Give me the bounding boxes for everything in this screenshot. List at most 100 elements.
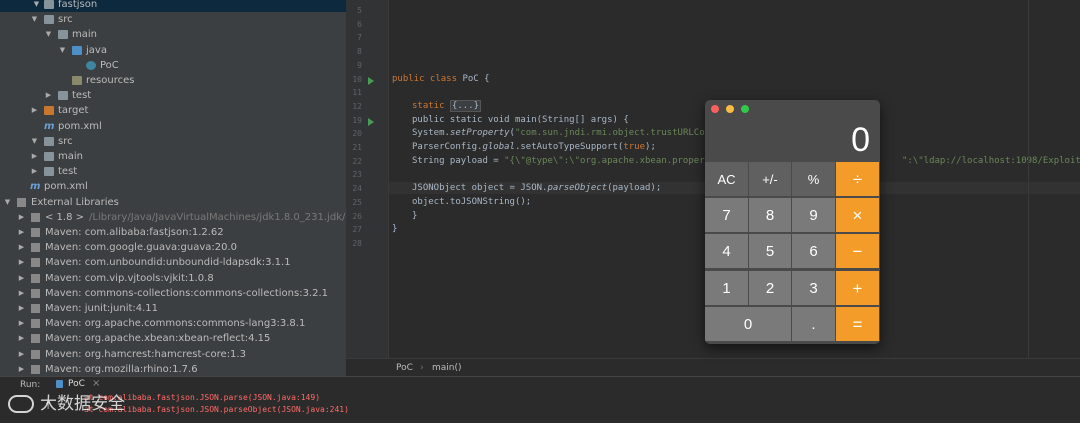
expand-arrow-icon[interactable]: ▶: [30, 103, 39, 118]
calc-key[interactable]: +/-: [749, 162, 792, 197]
calc-key[interactable]: .: [792, 306, 836, 342]
expand-arrow-icon[interactable]: ▶: [17, 225, 26, 240]
tree-item[interactable]: ▼ fastjson: [0, 0, 346, 12]
expand-arrow-icon[interactable]: ▼: [30, 134, 39, 149]
calc-key[interactable]: +: [836, 270, 880, 306]
expand-arrow-icon[interactable]: ▶: [44, 88, 53, 103]
expand-arrow-icon[interactable]: ▶: [17, 286, 26, 301]
library-icon: [31, 319, 40, 329]
code-token: (payload);: [607, 183, 662, 194]
calc-key[interactable]: AC: [705, 162, 749, 197]
calc-key[interactable]: 0: [705, 306, 792, 342]
code-line: object.toJSONString();: [412, 196, 532, 207]
tree-item[interactable]: ▶ main: [0, 149, 346, 164]
tree-item-label: src: [58, 135, 73, 147]
calc-key[interactable]: 3: [792, 270, 836, 306]
tree-item[interactable]: m pom.xml: [0, 119, 346, 134]
tree-item[interactable]: ▼ src: [0, 12, 346, 27]
expand-arrow-icon[interactable]: ▼: [3, 195, 12, 210]
tree-item[interactable]: ▶ Maven: com.google.guava:guava:20.0: [0, 240, 346, 255]
code-line: JSONObject object = JSON.parseObject(pay…: [412, 183, 661, 193]
tree-item-label: PoC: [100, 59, 119, 71]
expand-arrow-icon[interactable]: ▶: [17, 316, 26, 331]
calc-key[interactable]: 8: [749, 198, 792, 234]
tree-item-path: /Library/Java/JavaVirtualMachines/jdk1.8…: [89, 211, 346, 223]
close-tab-icon[interactable]: ×: [92, 378, 100, 389]
tree-item[interactable]: ▶ Maven: com.alibaba:fastjson:1.2.62: [0, 225, 346, 240]
tree-item-label: test: [58, 166, 78, 178]
expand-arrow-icon[interactable]: ▶: [17, 255, 26, 270]
calc-key[interactable]: ×: [836, 198, 880, 234]
tree-item[interactable]: ▼ java: [0, 43, 346, 58]
expand-arrow-icon[interactable]: ▶: [17, 210, 26, 225]
run-tab-poc[interactable]: PoC: [68, 379, 85, 389]
zoom-window-icon[interactable]: [741, 105, 749, 113]
tree-item-label: fastjson: [58, 0, 98, 10]
tree-item[interactable]: ▶ Maven: org.apache.xbean:xbean-reflect:4…: [0, 331, 346, 346]
tree-item[interactable]: ▶ Maven: org.hamcrest:hamcrest-core:1.3: [0, 347, 346, 362]
calc-key[interactable]: 9: [792, 198, 836, 234]
expand-arrow-icon[interactable]: ▶: [30, 164, 39, 179]
maven-icon: m: [44, 120, 55, 132]
tree-item-label: Maven: org.apache.commons:commons-lang3:…: [45, 318, 306, 330]
expand-arrow-icon[interactable]: ▼: [30, 12, 39, 27]
breadcrumb-class[interactable]: PoC: [396, 359, 413, 377]
run-gutter-icon[interactable]: [368, 117, 374, 126]
code-token: parseObject: [547, 183, 608, 194]
expand-arrow-icon[interactable]: ▶: [17, 362, 26, 376]
expand-arrow-icon[interactable]: ▶: [17, 347, 26, 362]
tree-item[interactable]: m pom.xml: [0, 179, 346, 194]
tree-item[interactable]: ▶ Maven: junit:junit:4.11: [0, 301, 346, 316]
tree-item[interactable]: ▼ src: [0, 134, 346, 149]
expand-arrow-icon[interactable]: ▶: [17, 271, 26, 286]
tree-item[interactable]: ▶ Maven: org.apache.commons:commons-lang3…: [0, 316, 346, 331]
code-line: ParserConfig.global.setAutoTypeSupport(t…: [412, 142, 656, 152]
calc-key[interactable]: −: [836, 234, 880, 270]
code-token: static: [412, 100, 450, 111]
tree-item[interactable]: ▶ test: [0, 88, 346, 103]
tree-item[interactable]: ▼ main: [0, 27, 346, 42]
calc-key[interactable]: ÷: [836, 162, 880, 197]
code-token: "com.sun.jndi.rmi.object.trustURLCod: [514, 128, 711, 139]
code-token: true: [623, 142, 646, 152]
expand-arrow-icon[interactable]: ▶: [17, 331, 26, 346]
tree-item[interactable]: ▶ Maven: org.mozilla:rhino:1.7.6: [0, 362, 346, 376]
tree-item[interactable]: ▼ External Libraries: [0, 195, 346, 210]
line-number: 9: [357, 60, 362, 70]
expand-arrow-icon[interactable]: ▼: [58, 43, 67, 58]
tree-item[interactable]: resources: [0, 73, 346, 88]
tree-item[interactable]: PoC: [0, 58, 346, 73]
line-number: 10: [352, 74, 362, 84]
breadcrumb-method[interactable]: main(): [432, 359, 462, 377]
line-number: 24: [352, 184, 362, 194]
close-window-icon[interactable]: [711, 105, 719, 113]
line-number: 5: [357, 6, 362, 15]
calc-key[interactable]: 2: [749, 270, 792, 306]
tree-item[interactable]: ▶ target: [0, 103, 346, 118]
tree-item[interactable]: ▶ < 1.8 > /Library/Java/JavaVirtualMachine…: [0, 210, 346, 225]
code-token: ParserConfig.: [412, 142, 483, 152]
code-token: System.: [412, 128, 450, 139]
tree-item[interactable]: ▶ Maven: com.vip.vjtools:vjkit:1.0.8: [0, 271, 346, 286]
expand-arrow-icon[interactable]: ▶: [17, 301, 26, 316]
calc-key[interactable]: 7: [705, 198, 749, 234]
library-icon: [31, 364, 40, 374]
calc-key[interactable]: 6: [792, 234, 836, 270]
tree-item[interactable]: ▶ test: [0, 164, 346, 179]
expand-arrow-icon[interactable]: ▶: [17, 240, 26, 255]
tree-item-label: Maven: org.apache.xbean:xbean-reflect:4.…: [45, 333, 271, 345]
expand-arrow-icon[interactable]: ▶: [30, 149, 39, 164]
tree-item[interactable]: ▶ Maven: com.unboundid:unboundid-ldapsdk:…: [0, 255, 346, 270]
expand-arrow-icon[interactable]: ▼: [44, 27, 53, 42]
minimize-window-icon[interactable]: [726, 105, 734, 113]
calc-key[interactable]: =: [836, 306, 880, 342]
calc-key[interactable]: %: [792, 162, 836, 197]
calc-key[interactable]: 4: [705, 234, 749, 270]
calc-key[interactable]: 5: [749, 234, 792, 270]
tree-item[interactable]: ▶ Maven: commons-collections:commons-coll…: [0, 286, 346, 301]
calculator-titlebar[interactable]: [705, 100, 880, 118]
expand-arrow-icon[interactable]: ▼: [32, 0, 41, 12]
calc-key[interactable]: 1: [705, 270, 749, 306]
tree-item-label: Maven: com.unboundid:unboundid-ldapsdk:3…: [45, 257, 291, 269]
run-gutter-icon[interactable]: [368, 76, 374, 85]
